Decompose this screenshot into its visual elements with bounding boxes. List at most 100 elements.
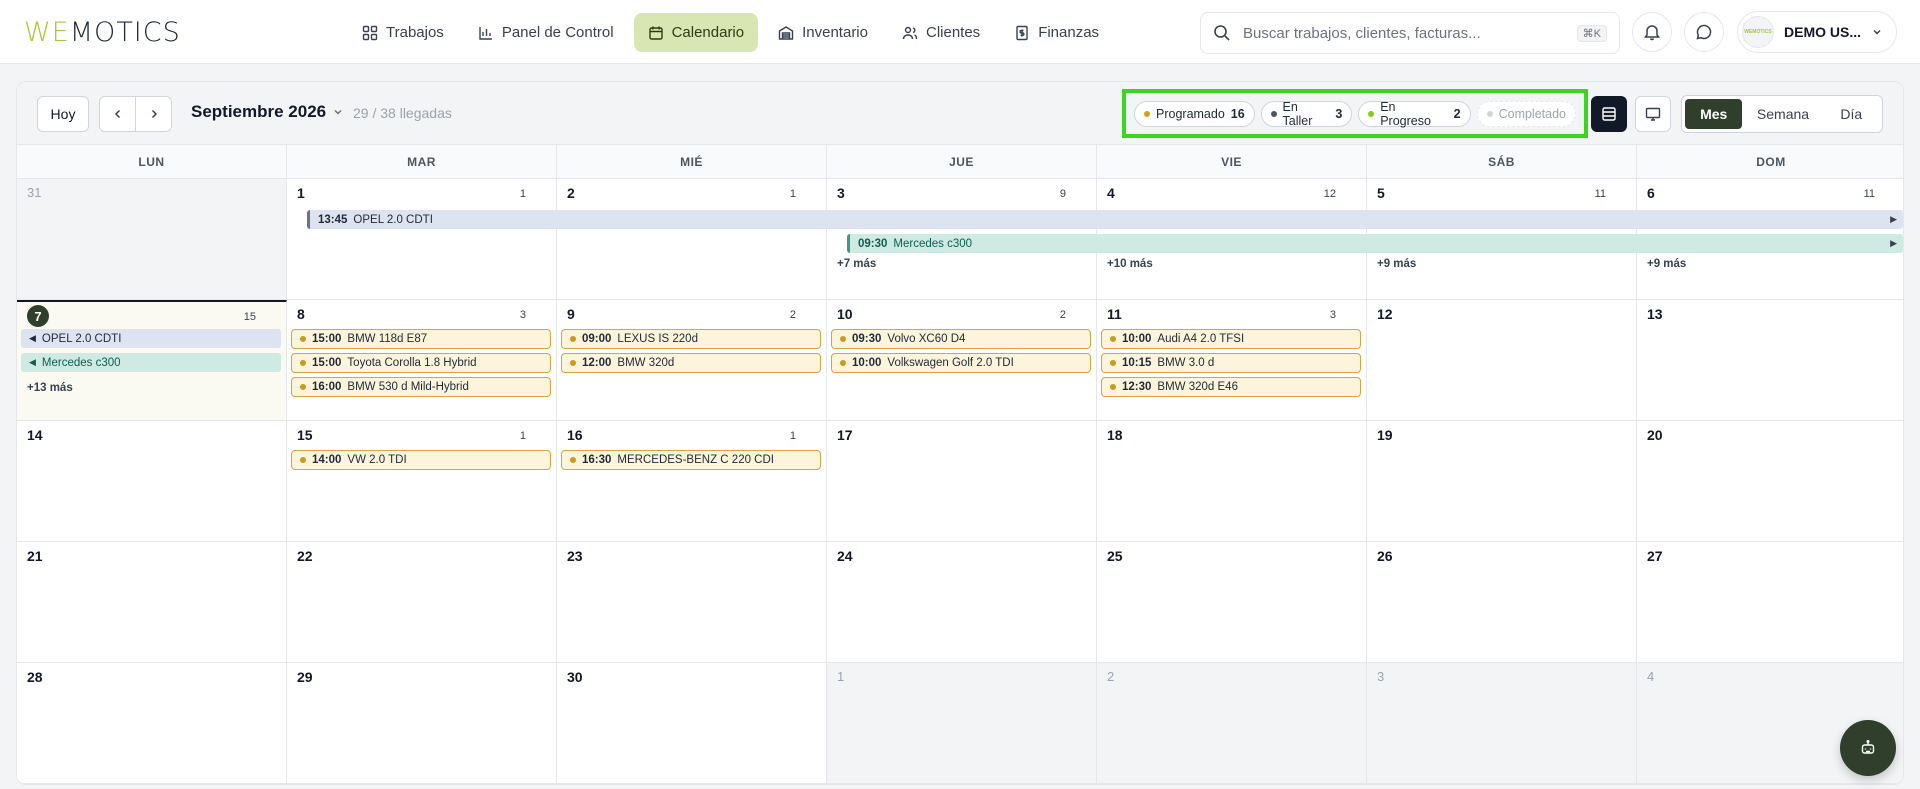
status-pill-en-progreso[interactable]: En Progreso 2 [1358, 100, 1471, 128]
event-chip[interactable]: 10:15 BMW 3.0 d [1101, 353, 1361, 373]
more-events-link[interactable]: +9 más [1377, 258, 1416, 270]
day-number: 5 [1377, 185, 1385, 201]
day-cell[interactable]: 20 [1637, 421, 1903, 542]
more-events-link[interactable]: +7 más [837, 258, 876, 270]
notifications-button[interactable] [1632, 12, 1672, 52]
status-dot [1144, 110, 1150, 117]
day-cell[interactable]: 19 [1367, 421, 1637, 542]
status-filter-group: Programado 16 En Taller 3 En Progreso 2 … [1122, 89, 1588, 138]
multi-day-event[interactable]: 13:45 OPEL 2.0 CDTI ▶ [307, 210, 1903, 229]
user-menu-button[interactable]: WEMOTICS DEMO US... [1737, 11, 1897, 53]
day-number: 2 [567, 185, 575, 201]
view-day-button[interactable]: Día [1824, 99, 1879, 129]
event-time: 13:45 [318, 213, 348, 226]
status-pill-en-taller[interactable]: En Taller 3 [1260, 100, 1353, 128]
day-event-count: 3 [1329, 309, 1336, 321]
event-time: 16:30 [582, 454, 612, 466]
day-cell[interactable]: 17 [827, 421, 1097, 542]
assistant-bot-button[interactable] [1840, 720, 1896, 776]
event-chip[interactable]: 15:00 BMW 118d E87 [291, 329, 551, 349]
nav-item-inventario[interactable]: Inventario [764, 13, 882, 52]
event-chip[interactable]: 09:00 LEXUS IS 220d [561, 329, 821, 349]
global-search[interactable]: ⌘K [1200, 12, 1620, 54]
event-title: Mercedes c300 [41, 356, 121, 369]
day-event-count: 1 [789, 430, 796, 442]
day-cell[interactable]: 11 [287, 179, 557, 300]
wemotics-logo[interactable]: WE MOTICS [24, 17, 181, 48]
list-view-toggle[interactable] [1591, 96, 1627, 132]
day-cell[interactable]: 2 [1097, 663, 1367, 784]
day-cell[interactable]: 27 [1637, 542, 1903, 663]
day-cell[interactable]: 26 [1367, 542, 1637, 663]
event-title: Volvo XC60 D4 [887, 333, 966, 345]
day-cell[interactable]: 13 [1637, 300, 1903, 421]
month-selector[interactable]: Septiembre 2026 [191, 102, 344, 122]
search-input[interactable] [1243, 24, 1565, 42]
day-cell[interactable]: 12 [1367, 300, 1637, 421]
multi-day-event[interactable]: 09:30 Mercedes c300 ▶ [847, 234, 1903, 253]
messages-button[interactable] [1684, 12, 1724, 52]
nav-label: Finanzas [1038, 24, 1100, 41]
event-chip[interactable]: 15:00 Toyota Corolla 1.8 Hybrid [291, 353, 551, 373]
nav-item-calendario[interactable]: Calendario [633, 13, 759, 52]
display-view-toggle[interactable] [1635, 96, 1671, 132]
day-cell[interactable]: 10 2 09:30 Volvo XC60 D4 10:00 Volkswagen Gol… [827, 300, 1097, 421]
event-chip[interactable]: 12:00 BMW 320d [561, 353, 821, 373]
day-number: 15 [297, 427, 313, 443]
day-cell[interactable]: 3 [1367, 663, 1637, 784]
more-events-link[interactable]: +9 más [1647, 258, 1686, 270]
more-events-link[interactable]: +10 más [1107, 258, 1153, 270]
next-month-button[interactable] [135, 96, 172, 132]
day-cell[interactable]: 18 [1097, 421, 1367, 542]
day-cell[interactable]: 23 [557, 542, 827, 663]
event-title: BMW 320d E46 [1157, 381, 1238, 393]
event-chip[interactable]: 12:30 BMW 320d E46 [1101, 377, 1361, 397]
day-cell[interactable]: 1 [827, 663, 1097, 784]
day-cell[interactable]: 28 [17, 663, 287, 784]
event-title: Audi A4 2.0 TFSI [1157, 333, 1245, 345]
nav-item-trabajos[interactable]: Trabajos [348, 13, 458, 52]
day-cell[interactable]: 22 [287, 542, 557, 663]
search-shortcut: ⌘K [1576, 24, 1607, 42]
prev-month-button[interactable] [99, 96, 136, 132]
event-title: BMW 118d E87 [347, 333, 428, 345]
day-cell[interactable]: 21 [557, 179, 827, 300]
nav-label: Trabajos [386, 24, 444, 41]
status-pill-completado[interactable]: Completado [1476, 100, 1576, 127]
event-chip[interactable]: 10:00 Audi A4 2.0 TFSI [1101, 329, 1361, 349]
day-cell[interactable]: 14 [17, 421, 287, 542]
event-chip[interactable]: 09:30 Volvo XC60 D4 [831, 329, 1091, 349]
multi-day-event[interactable]: ◀ Mercedes c300 [21, 353, 281, 372]
day-cell[interactable]: 31 [17, 179, 287, 300]
today-button[interactable]: Hoy [37, 96, 89, 132]
status-pill-programado[interactable]: Programado 16 [1134, 100, 1255, 127]
multi-day-event[interactable]: ◀ OPEL 2.0 CDTI [21, 329, 281, 348]
day-cell[interactable]: 25 [1097, 542, 1367, 663]
month-label: Septiembre 2026 [191, 102, 327, 121]
day-cell[interactable]: 30 [557, 663, 827, 784]
view-month-button[interactable]: Mes [1685, 99, 1743, 129]
day-cell[interactable]: 16 1 16:30 MERCEDES-BENZ C 220 CDI [557, 421, 827, 542]
event-chip[interactable]: 16:00 BMW 530 d Mild-Hybrid [291, 377, 551, 397]
chevron-down-icon [334, 109, 342, 115]
weekday-header: SÁB [1367, 145, 1637, 178]
nav-item-finanzas[interactable]: Finanzas [1000, 13, 1113, 52]
nav-item-clientes[interactable]: Clientes [888, 13, 994, 52]
event-chip[interactable]: 10:00 Volkswagen Golf 2.0 TDI [831, 353, 1091, 373]
status-dot [1110, 336, 1116, 342]
event-chip[interactable]: 16:30 MERCEDES-BENZ C 220 CDI [561, 450, 821, 470]
day-cell[interactable]: 8 3 15:00 BMW 118d E87 15:00 Toyota Corolla 1… [287, 300, 557, 421]
day-cell[interactable]: 9 2 09:00 LEXUS IS 220d 12:00 BMW 320d [557, 300, 827, 421]
day-event-count: 1 [519, 430, 526, 442]
day-cell[interactable]: 21 [17, 542, 287, 663]
view-week-button[interactable]: Semana [1744, 99, 1821, 129]
more-events-link[interactable]: +13 más [27, 382, 73, 394]
day-cell[interactable]: 15 1 14:00 VW 2.0 TDI [287, 421, 557, 542]
nav-item-panel-de-control[interactable]: Panel de Control [464, 13, 628, 52]
day-cell[interactable]: 11 3 10:00 Audi A4 2.0 TFSI 10:15 BMW 3.0 d 12… [1097, 300, 1367, 421]
event-chip[interactable]: 14:00 VW 2.0 TDI [291, 450, 551, 470]
caret-right-icon: ▶ [1890, 238, 1897, 248]
day-cell[interactable]: 24 [827, 542, 1097, 663]
day-cell[interactable]: 29 [287, 663, 557, 784]
event-time: 10:00 [1122, 333, 1152, 345]
